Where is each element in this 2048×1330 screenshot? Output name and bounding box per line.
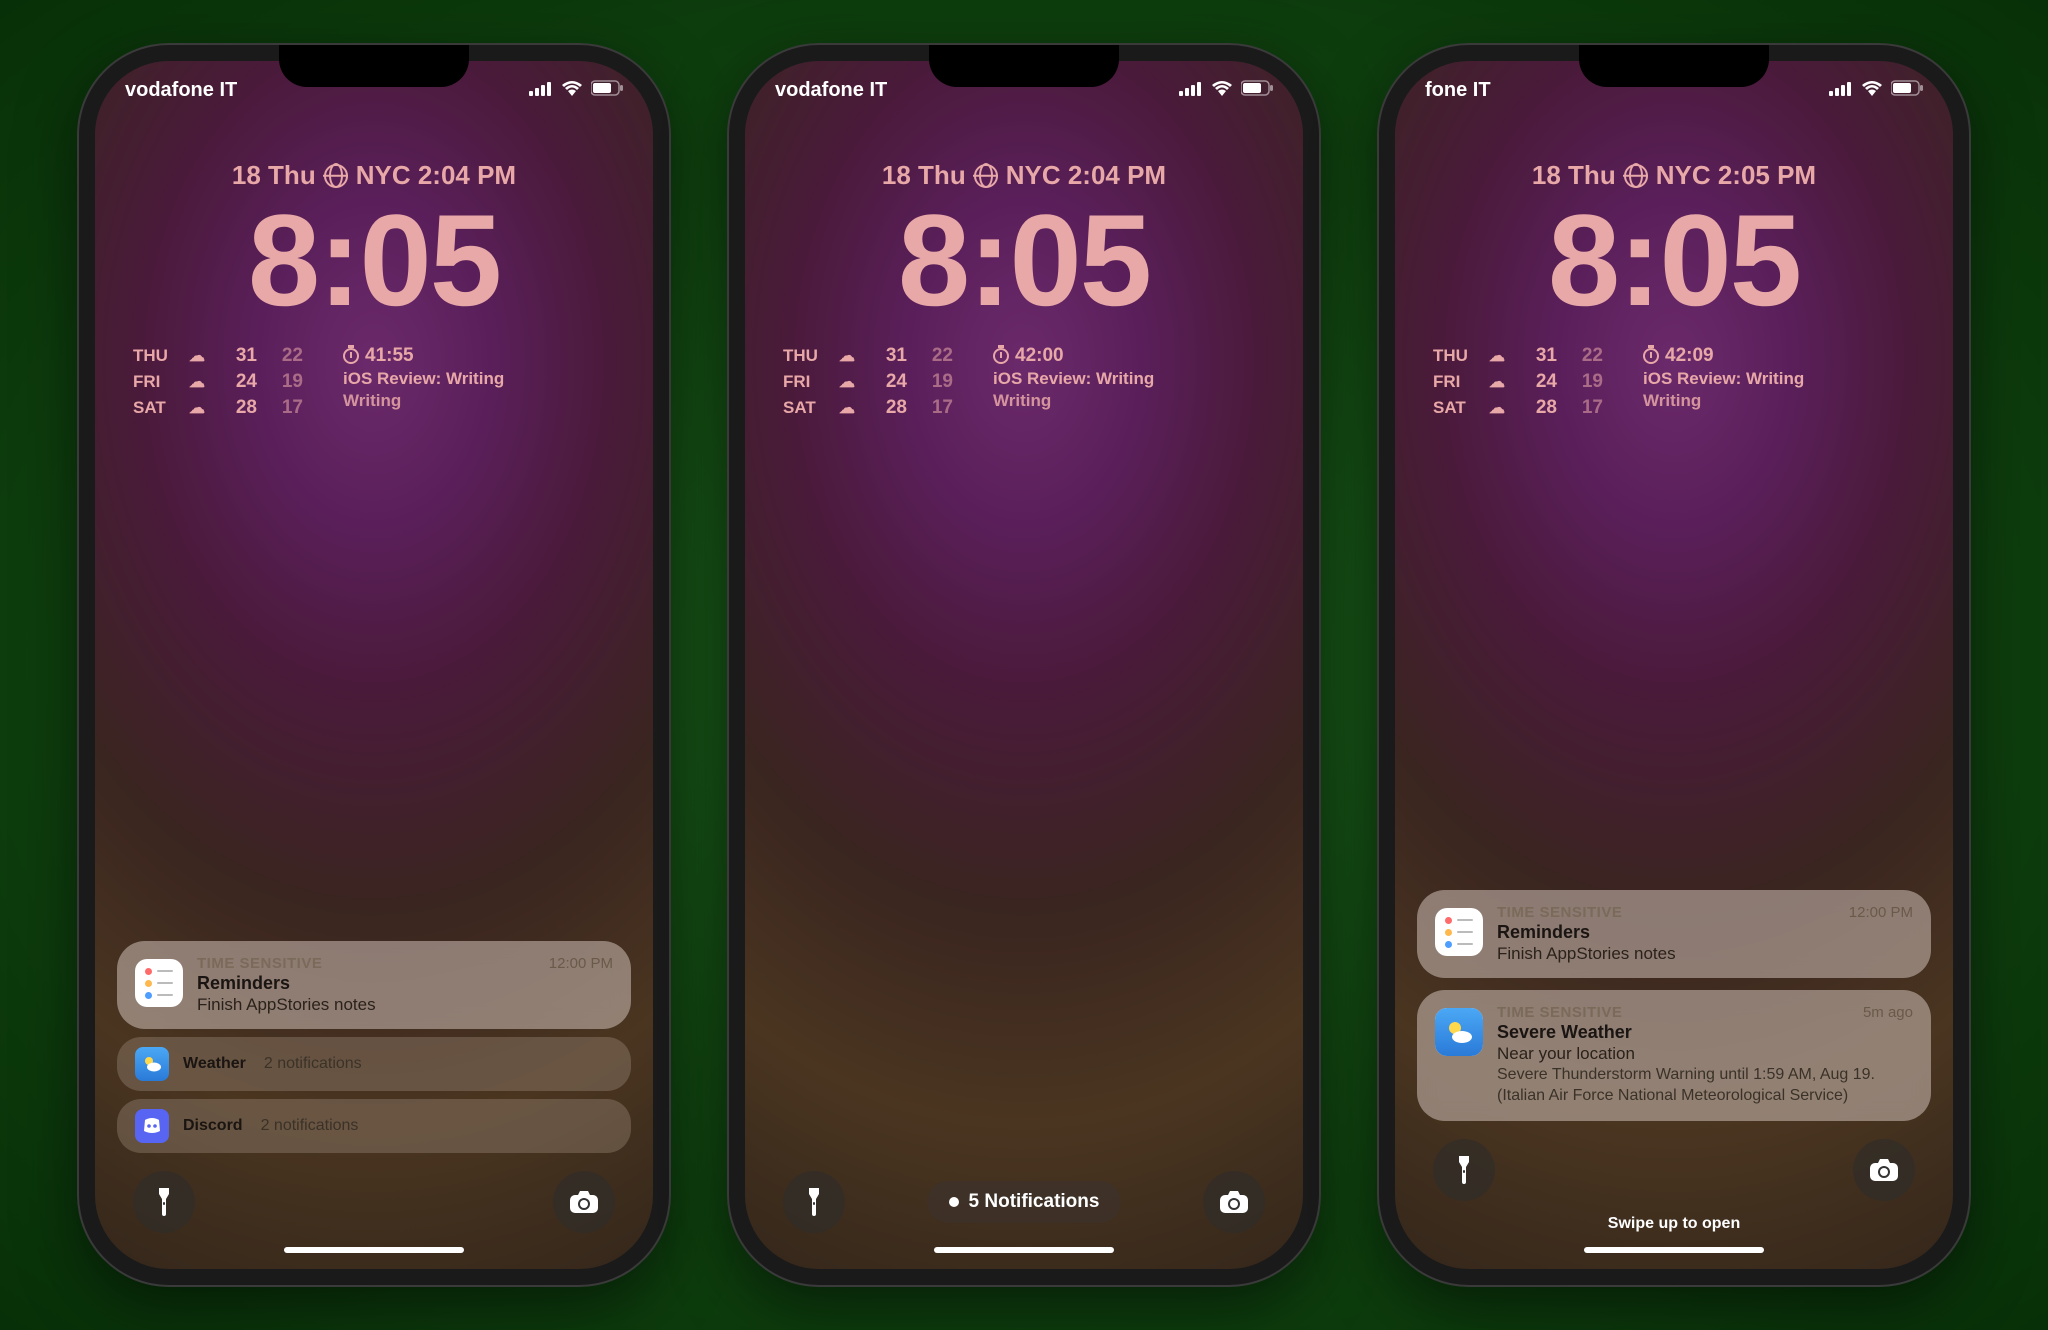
time-sensitive-tag: TIME SENSITIVE xyxy=(197,955,322,972)
timer-widget[interactable]: 42:09 iOS Review: Writing Writing xyxy=(1643,345,1804,419)
notch xyxy=(279,45,469,87)
notification-time: 5m ago xyxy=(1863,1004,1913,1021)
home-indicator[interactable] xyxy=(284,1247,464,1253)
weather-icon: ☁︎ xyxy=(189,398,211,418)
notification-reminders[interactable]: TIME SENSITIVE 12:00 PM Reminders Finish… xyxy=(1417,890,1931,978)
signal-icon xyxy=(529,79,553,102)
lock-screen[interactable]: vodafone IT 18 Thu NYC 2:04 PM 8:05 THU☁… xyxy=(95,61,653,1269)
battery-icon xyxy=(591,79,623,102)
weather-icon: ☁︎ xyxy=(189,372,211,392)
notification-severe-weather[interactable]: TIME SENSITIVE 5m ago Severe Weather Nea… xyxy=(1417,990,1931,1121)
widgets-row[interactable]: THU☁︎3122 FRI☁︎2419 SAT☁︎2817 41:55 iOS … xyxy=(95,325,653,419)
notification-reminders[interactable]: TIME SENSITIVE 12:00 PM Reminders Finish… xyxy=(117,941,631,1029)
lock-screen[interactable]: fone IT 18 Thu NYC 2:05 PM 8:05 THU☁︎312… xyxy=(1395,61,1953,1269)
widgets-row[interactable]: THU☁︎3122 FRI☁︎2419 SAT☁︎2817 42:09 iOS … xyxy=(1395,325,1953,419)
dot-icon xyxy=(949,1197,959,1207)
wifi-icon xyxy=(561,79,583,102)
stopwatch-icon xyxy=(993,348,1009,364)
timer-widget[interactable]: 42:00 iOS Review: Writing Writing xyxy=(993,345,1154,419)
lock-screen-clock: 8:05 xyxy=(95,195,653,325)
weather-icon: ☁︎ xyxy=(839,346,861,366)
battery-icon xyxy=(1241,79,1273,102)
signal-icon xyxy=(1829,79,1853,102)
camera-button[interactable] xyxy=(553,1171,615,1233)
stopwatch-icon xyxy=(1643,348,1659,364)
signal-icon xyxy=(1179,79,1203,102)
phone-frame-3: fone IT 18 Thu NYC 2:05 PM 8:05 THU☁︎312… xyxy=(1379,45,1969,1285)
time-sensitive-tag: TIME SENSITIVE xyxy=(1497,904,1622,921)
battery-icon xyxy=(1891,79,1923,102)
weather-app-icon xyxy=(135,1047,169,1081)
reminders-app-icon xyxy=(135,959,183,1007)
notification-time: 12:00 PM xyxy=(549,955,613,972)
weather-forecast-widget[interactable]: THU☁︎3122 FRI☁︎2419 SAT☁︎2817 xyxy=(783,345,953,419)
weather-icon: ☁︎ xyxy=(839,398,861,418)
stopwatch-icon xyxy=(343,348,359,364)
notification-body: Severe Thunderstorm Warning until 1:59 A… xyxy=(1497,1065,1913,1107)
discord-app-icon xyxy=(135,1109,169,1143)
flashlight-button[interactable] xyxy=(1433,1139,1495,1201)
camera-button[interactable] xyxy=(1853,1139,1915,1201)
lock-screen-clock: 8:05 xyxy=(1395,195,1953,325)
camera-button[interactable] xyxy=(1203,1171,1265,1233)
weather-icon: ☁︎ xyxy=(1489,372,1511,392)
weather-forecast-widget[interactable]: THU☁︎3122 FRI☁︎2419 SAT☁︎2817 xyxy=(133,345,303,419)
notification-body: Finish AppStories notes xyxy=(1497,944,1913,964)
swipe-up-hint: Swipe up to open xyxy=(1415,1215,1933,1233)
weather-icon: ☁︎ xyxy=(1489,398,1511,418)
notification-body: Finish AppStories notes xyxy=(197,995,613,1015)
time-sensitive-tag: TIME SENSITIVE xyxy=(1497,1004,1622,1021)
lock-screen-clock: 8:05 xyxy=(745,195,1303,325)
timer-widget[interactable]: 41:55 iOS Review: Writing Writing xyxy=(343,345,504,419)
globe-icon xyxy=(1624,164,1648,188)
notification-subtitle: Near your location xyxy=(1497,1044,1913,1064)
notch xyxy=(1579,45,1769,87)
widgets-row[interactable]: THU☁︎3122 FRI☁︎2419 SAT☁︎2817 42:00 iOS … xyxy=(745,325,1303,419)
globe-icon xyxy=(324,164,348,188)
notification-time: 12:00 PM xyxy=(1849,904,1913,921)
notification-title: Reminders xyxy=(1497,922,1913,943)
globe-icon xyxy=(974,164,998,188)
wifi-icon xyxy=(1861,79,1883,102)
lock-screen[interactable]: vodafone IT 18 Thu NYC 2:04 PM 8:05 THU☁… xyxy=(745,61,1303,1269)
flashlight-button[interactable] xyxy=(133,1171,195,1233)
notification-count-pill[interactable]: 5 Notifications xyxy=(927,1181,1122,1223)
notification-group-weather[interactable]: Weather 2 notifications xyxy=(117,1037,631,1091)
reminders-app-icon xyxy=(1435,908,1483,956)
home-indicator[interactable] xyxy=(934,1247,1114,1253)
home-indicator[interactable] xyxy=(1584,1247,1764,1253)
flashlight-button[interactable] xyxy=(783,1171,845,1233)
notification-group-discord[interactable]: Discord 2 notifications xyxy=(117,1099,631,1153)
notification-title: Severe Weather xyxy=(1497,1022,1913,1043)
phone-frame-1: vodafone IT 18 Thu NYC 2:04 PM 8:05 THU☁… xyxy=(79,45,669,1285)
weather-forecast-widget[interactable]: THU☁︎3122 FRI☁︎2419 SAT☁︎2817 xyxy=(1433,345,1603,419)
notification-title: Reminders xyxy=(197,973,613,994)
weather-app-icon xyxy=(1435,1008,1483,1056)
wifi-icon xyxy=(1211,79,1233,102)
weather-icon: ☁︎ xyxy=(189,346,211,366)
phone-frame-2: vodafone IT 18 Thu NYC 2:04 PM 8:05 THU☁… xyxy=(729,45,1319,1285)
weather-icon: ☁︎ xyxy=(839,372,861,392)
weather-icon: ☁︎ xyxy=(1489,346,1511,366)
notch xyxy=(929,45,1119,87)
